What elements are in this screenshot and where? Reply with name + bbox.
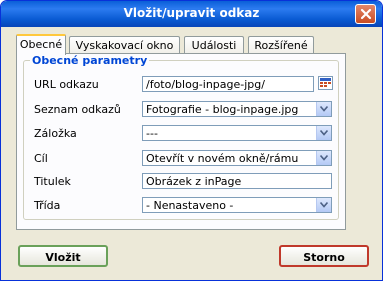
close-button[interactable] (355, 4, 376, 24)
target-dropdown-button[interactable] (316, 151, 331, 165)
target-value: Otevřít v novém okně/rámu (146, 152, 299, 165)
class-value: - Nenastaveno - (146, 199, 234, 212)
chevron-down-icon (320, 130, 328, 136)
title-label: Titulek (34, 175, 71, 188)
anchor-select[interactable]: --- (142, 125, 332, 141)
dialog-title: Vložit/upravit odkaz (123, 6, 260, 20)
general-parameters-group: Obecné parametry URL odkazu /foto/blog-i… (23, 54, 339, 220)
url-input[interactable]: /foto/blog-inpage-jpg/ (142, 76, 314, 92)
insert-button[interactable]: Vložit (18, 245, 108, 267)
link-list-select[interactable]: Fotografie - blog-inpage.jpg (142, 101, 332, 117)
link-list-dropdown-button[interactable] (316, 102, 331, 116)
link-dialog: Vložit/upravit odkaz Obecné Vyskakovací … (0, 0, 383, 281)
cancel-button[interactable]: Storno (279, 245, 369, 267)
link-list-label: Seznam odkazů (34, 103, 121, 116)
class-select[interactable]: - Nenastaveno - (142, 197, 332, 213)
chevron-down-icon (320, 155, 328, 161)
anchor-value: --- (146, 127, 158, 140)
tab-advanced[interactable]: Rozšířené (248, 36, 314, 54)
link-list-value: Fotografie - blog-inpage.jpg (146, 103, 299, 116)
tab-panel-general: Obecné parametry URL odkazu /foto/blog-i… (16, 53, 346, 230)
anchor-dropdown-button[interactable] (316, 126, 331, 140)
dialog-body: Obecné Vyskakovací okno Události Rozšíře… (4, 27, 379, 278)
class-label: Třída (34, 199, 61, 212)
target-select[interactable]: Otevřít v novém okně/rámu (142, 150, 332, 166)
class-dropdown-button[interactable] (316, 198, 331, 212)
group-legend: Obecné parametry (30, 54, 150, 67)
url-label: URL odkazu (34, 78, 99, 91)
close-icon (360, 8, 372, 20)
chevron-down-icon (320, 202, 328, 208)
tab-events[interactable]: Události (184, 36, 244, 54)
chevron-down-icon (320, 106, 328, 112)
title-bar[interactable]: Vložit/upravit odkaz (1, 1, 382, 27)
browse-icon[interactable] (318, 76, 333, 90)
tab-popup[interactable]: Vyskakovací okno (69, 36, 180, 54)
tab-general[interactable]: Obecné (16, 34, 66, 55)
anchor-label: Záložka (34, 127, 77, 140)
target-label: Cíl (34, 152, 48, 165)
title-input[interactable]: Obrázek z inPage (142, 173, 332, 189)
